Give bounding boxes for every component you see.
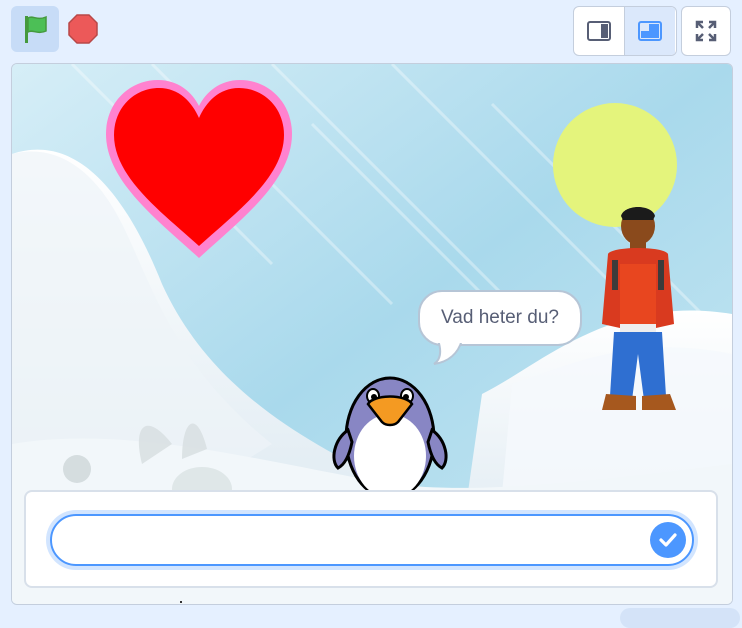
fullscreen-icon [695, 20, 717, 42]
stage-header [0, 0, 742, 62]
green-flag-button[interactable] [11, 6, 59, 52]
stage-size-toggle [573, 6, 677, 56]
speech-bubble: Vad heter du? [418, 290, 582, 346]
fullscreen-button[interactable] [681, 6, 731, 56]
speech-bubble-text: Vad heter du? [441, 307, 559, 328]
normal-stage-button[interactable] [624, 7, 675, 55]
heart-sprite[interactable] [100, 72, 298, 262]
normal-stage-icon [638, 21, 662, 41]
answer-input[interactable] [66, 516, 650, 566]
rabbit-sprite[interactable] [52, 404, 242, 504]
boy-sprite[interactable] [590, 204, 686, 420]
stop-icon [68, 14, 98, 44]
ask-prompt [24, 490, 718, 588]
bottom-pill [620, 608, 740, 628]
small-stage-icon [587, 21, 611, 41]
small-stage-button[interactable] [574, 7, 624, 55]
penguin-sprite[interactable] [324, 360, 456, 494]
submit-answer-button[interactable] [650, 522, 686, 558]
divider-dot [180, 601, 182, 603]
stage[interactable]: Vad heter du? [11, 63, 733, 605]
stop-button[interactable] [64, 10, 102, 48]
green-flag-icon [25, 15, 47, 43]
checkmark-icon [659, 533, 677, 547]
speech-bubble-tail [433, 340, 464, 365]
answer-field [50, 514, 694, 566]
